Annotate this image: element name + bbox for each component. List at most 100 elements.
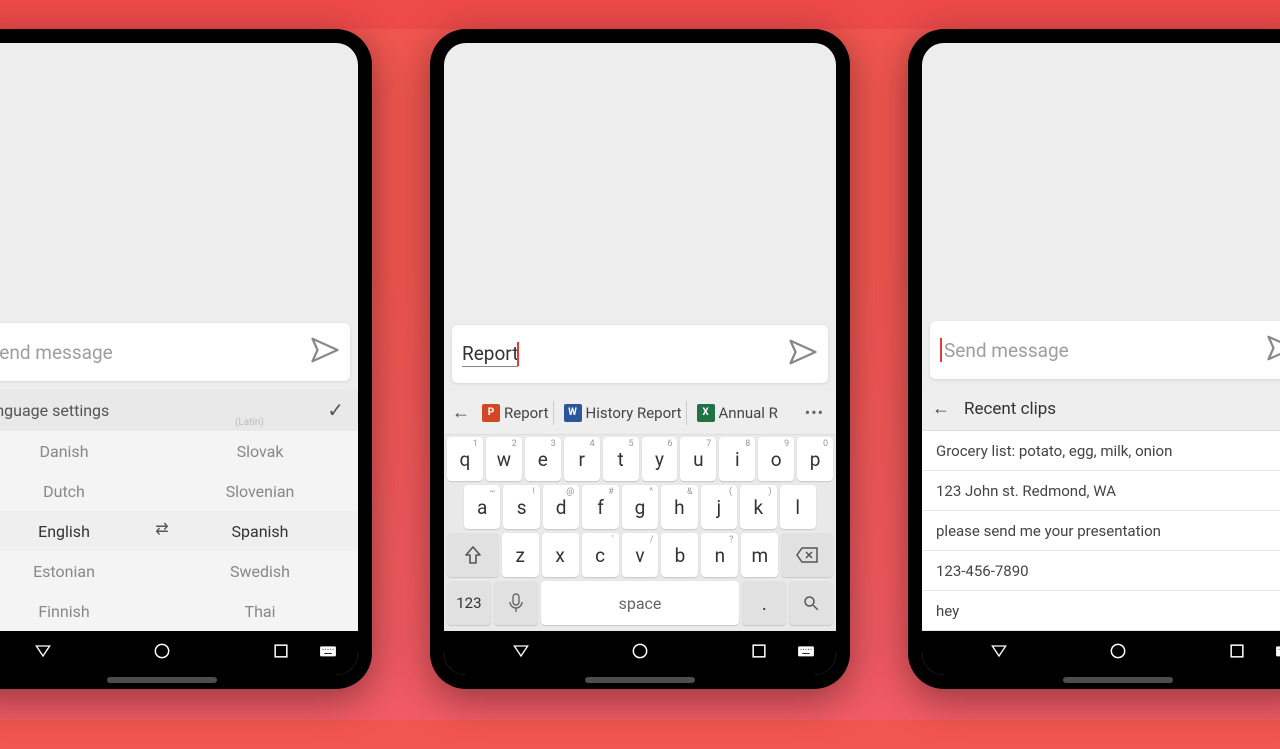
language-panel: Language settings ✓ (Latin) DanishDutchE… bbox=[0, 389, 358, 631]
lang-item-left[interactable]: Dutch bbox=[0, 471, 162, 511]
swap-icon[interactable]: ⇄ bbox=[155, 519, 168, 538]
phones-row: Send message Language settings ✓ (Latin)… bbox=[0, 29, 1280, 749]
android-navbar bbox=[444, 631, 836, 675]
key-m[interactable]: m bbox=[741, 533, 778, 577]
lang-item-right[interactable]: Slovenian bbox=[162, 471, 358, 511]
key-y[interactable]: y6 bbox=[642, 437, 678, 481]
nav-home-icon[interactable] bbox=[630, 641, 650, 665]
nav-back-icon[interactable] bbox=[511, 641, 531, 665]
send-icon[interactable] bbox=[1266, 333, 1280, 367]
key-a[interactable]: a~ bbox=[464, 485, 500, 529]
key-123[interactable]: 123 bbox=[447, 581, 491, 625]
key-s[interactable]: s! bbox=[503, 485, 539, 529]
doc-chip[interactable]: WHistory Report bbox=[560, 401, 687, 425]
nav-recent-icon[interactable] bbox=[1227, 641, 1247, 665]
clips-header: ← Recent clips bbox=[922, 387, 1280, 431]
nav-keyboard-icon[interactable] bbox=[318, 641, 338, 665]
key-d[interactable]: d@ bbox=[543, 485, 579, 529]
clips-list: Grocery list: potato, egg, milk, onion12… bbox=[922, 431, 1280, 631]
placeholder: Send message bbox=[0, 341, 113, 364]
key-mic-icon[interactable] bbox=[494, 581, 538, 625]
text-caret bbox=[940, 338, 942, 362]
key-p[interactable]: p0 bbox=[797, 437, 833, 481]
key-u[interactable]: u7 bbox=[680, 437, 716, 481]
message-input[interactable]: Send message bbox=[0, 340, 310, 364]
key-w[interactable]: w2 bbox=[486, 437, 522, 481]
screen-left: Send message Language settings ✓ (Latin)… bbox=[0, 43, 358, 675]
key-l[interactable]: l bbox=[780, 485, 816, 529]
key-n[interactable]: n? bbox=[701, 533, 738, 577]
key-r[interactable]: r4 bbox=[564, 437, 600, 481]
lang-item-right[interactable]: Swedish bbox=[162, 551, 358, 591]
key-b[interactable]: b bbox=[661, 533, 698, 577]
send-icon[interactable] bbox=[310, 335, 340, 369]
doc-suggestion-strip: ← PReportWHistory ReportXAnnual R ••• bbox=[444, 391, 836, 435]
language-columns: (Latin) DanishDutchEnglishEstonianFinnis… bbox=[0, 431, 358, 631]
key-dot[interactable]: . bbox=[742, 581, 786, 625]
key-space[interactable]: space bbox=[541, 581, 740, 625]
clip-item[interactable]: Grocery list: potato, egg, milk, onion bbox=[922, 431, 1280, 471]
check-icon[interactable]: ✓ bbox=[327, 398, 344, 422]
nav-keyboard-icon[interactable] bbox=[796, 641, 816, 665]
nav-back-icon[interactable] bbox=[989, 641, 1009, 665]
key-q[interactable]: q1 bbox=[447, 437, 483, 481]
nav-home-icon[interactable] bbox=[152, 641, 172, 665]
key-i[interactable]: i8 bbox=[719, 437, 755, 481]
lang-item-right[interactable]: Slovak bbox=[162, 431, 358, 471]
nav-home-icon[interactable] bbox=[1108, 641, 1128, 665]
key-v[interactable]: v/ bbox=[622, 533, 659, 577]
key-e[interactable]: e3 bbox=[525, 437, 561, 481]
send-icon[interactable] bbox=[788, 337, 818, 371]
panel-title: Language settings bbox=[0, 401, 109, 420]
lang-item-left[interactable]: Danish bbox=[0, 431, 162, 471]
message-input[interactable]: Send message bbox=[940, 338, 1266, 362]
key-search-icon[interactable] bbox=[789, 581, 833, 625]
key-z[interactable]: z bbox=[502, 533, 539, 577]
lang-item-right[interactable]: Spanish bbox=[162, 511, 358, 551]
key-g[interactable]: g^ bbox=[622, 485, 658, 529]
key-c[interactable]: c' bbox=[582, 533, 619, 577]
key-shift-icon[interactable] bbox=[447, 533, 499, 577]
key-backspace-icon[interactable] bbox=[781, 533, 833, 577]
nav-recent-icon[interactable] bbox=[749, 641, 769, 665]
pp-icon: P bbox=[482, 404, 500, 422]
xl-icon: X bbox=[697, 404, 715, 422]
doc-chip[interactable]: PReport bbox=[478, 401, 554, 425]
clip-item[interactable]: please send me your presentation bbox=[922, 511, 1280, 551]
android-navbar bbox=[0, 631, 358, 675]
phone-handle bbox=[107, 677, 217, 683]
nav-recent-icon[interactable] bbox=[271, 641, 291, 665]
lang-item-left[interactable]: Finnish bbox=[0, 591, 162, 631]
phone-right: Send message ← Recent clips Grocery list… bbox=[908, 29, 1280, 689]
android-navbar bbox=[922, 631, 1280, 675]
key-k[interactable]: k) bbox=[740, 485, 776, 529]
nav-back-icon[interactable] bbox=[33, 641, 53, 665]
phone-left: Send message Language settings ✓ (Latin)… bbox=[0, 29, 372, 689]
key-h[interactable]: h& bbox=[661, 485, 697, 529]
screen-center: Report ← PReportWHistory ReportXAnnual R… bbox=[444, 43, 836, 675]
key-o[interactable]: o9 bbox=[758, 437, 794, 481]
clip-item[interactable]: 123 John st. Redmond, WA bbox=[922, 471, 1280, 511]
message-input[interactable]: Report bbox=[462, 342, 788, 367]
more-icon[interactable]: ••• bbox=[799, 403, 830, 422]
key-j[interactable]: j( bbox=[701, 485, 737, 529]
lang-item-right[interactable]: Thai bbox=[162, 591, 358, 631]
key-x[interactable]: x bbox=[542, 533, 579, 577]
nav-keyboard-icon[interactable] bbox=[1274, 641, 1280, 665]
doc-chip-label: Report bbox=[504, 404, 549, 422]
key-t[interactable]: t5 bbox=[603, 437, 639, 481]
clips-title: Recent clips bbox=[964, 399, 1056, 419]
input-value: Report bbox=[462, 342, 518, 367]
doc-chip[interactable]: XAnnual R bbox=[693, 401, 782, 425]
clip-item[interactable]: 123-456-7890 bbox=[922, 551, 1280, 591]
lang-item-left[interactable]: English bbox=[0, 511, 162, 551]
message-input-container: Report bbox=[452, 325, 828, 383]
key-f[interactable]: f# bbox=[582, 485, 618, 529]
lang-item-left[interactable]: Estonian bbox=[0, 551, 162, 591]
doc-chip-label: Annual R bbox=[719, 404, 778, 422]
screen-right: Send message ← Recent clips Grocery list… bbox=[922, 43, 1280, 675]
back-icon[interactable]: ← bbox=[450, 402, 472, 423]
wd-icon: W bbox=[564, 404, 582, 422]
back-icon[interactable]: ← bbox=[932, 398, 950, 419]
clip-item[interactable]: hey bbox=[922, 591, 1280, 631]
